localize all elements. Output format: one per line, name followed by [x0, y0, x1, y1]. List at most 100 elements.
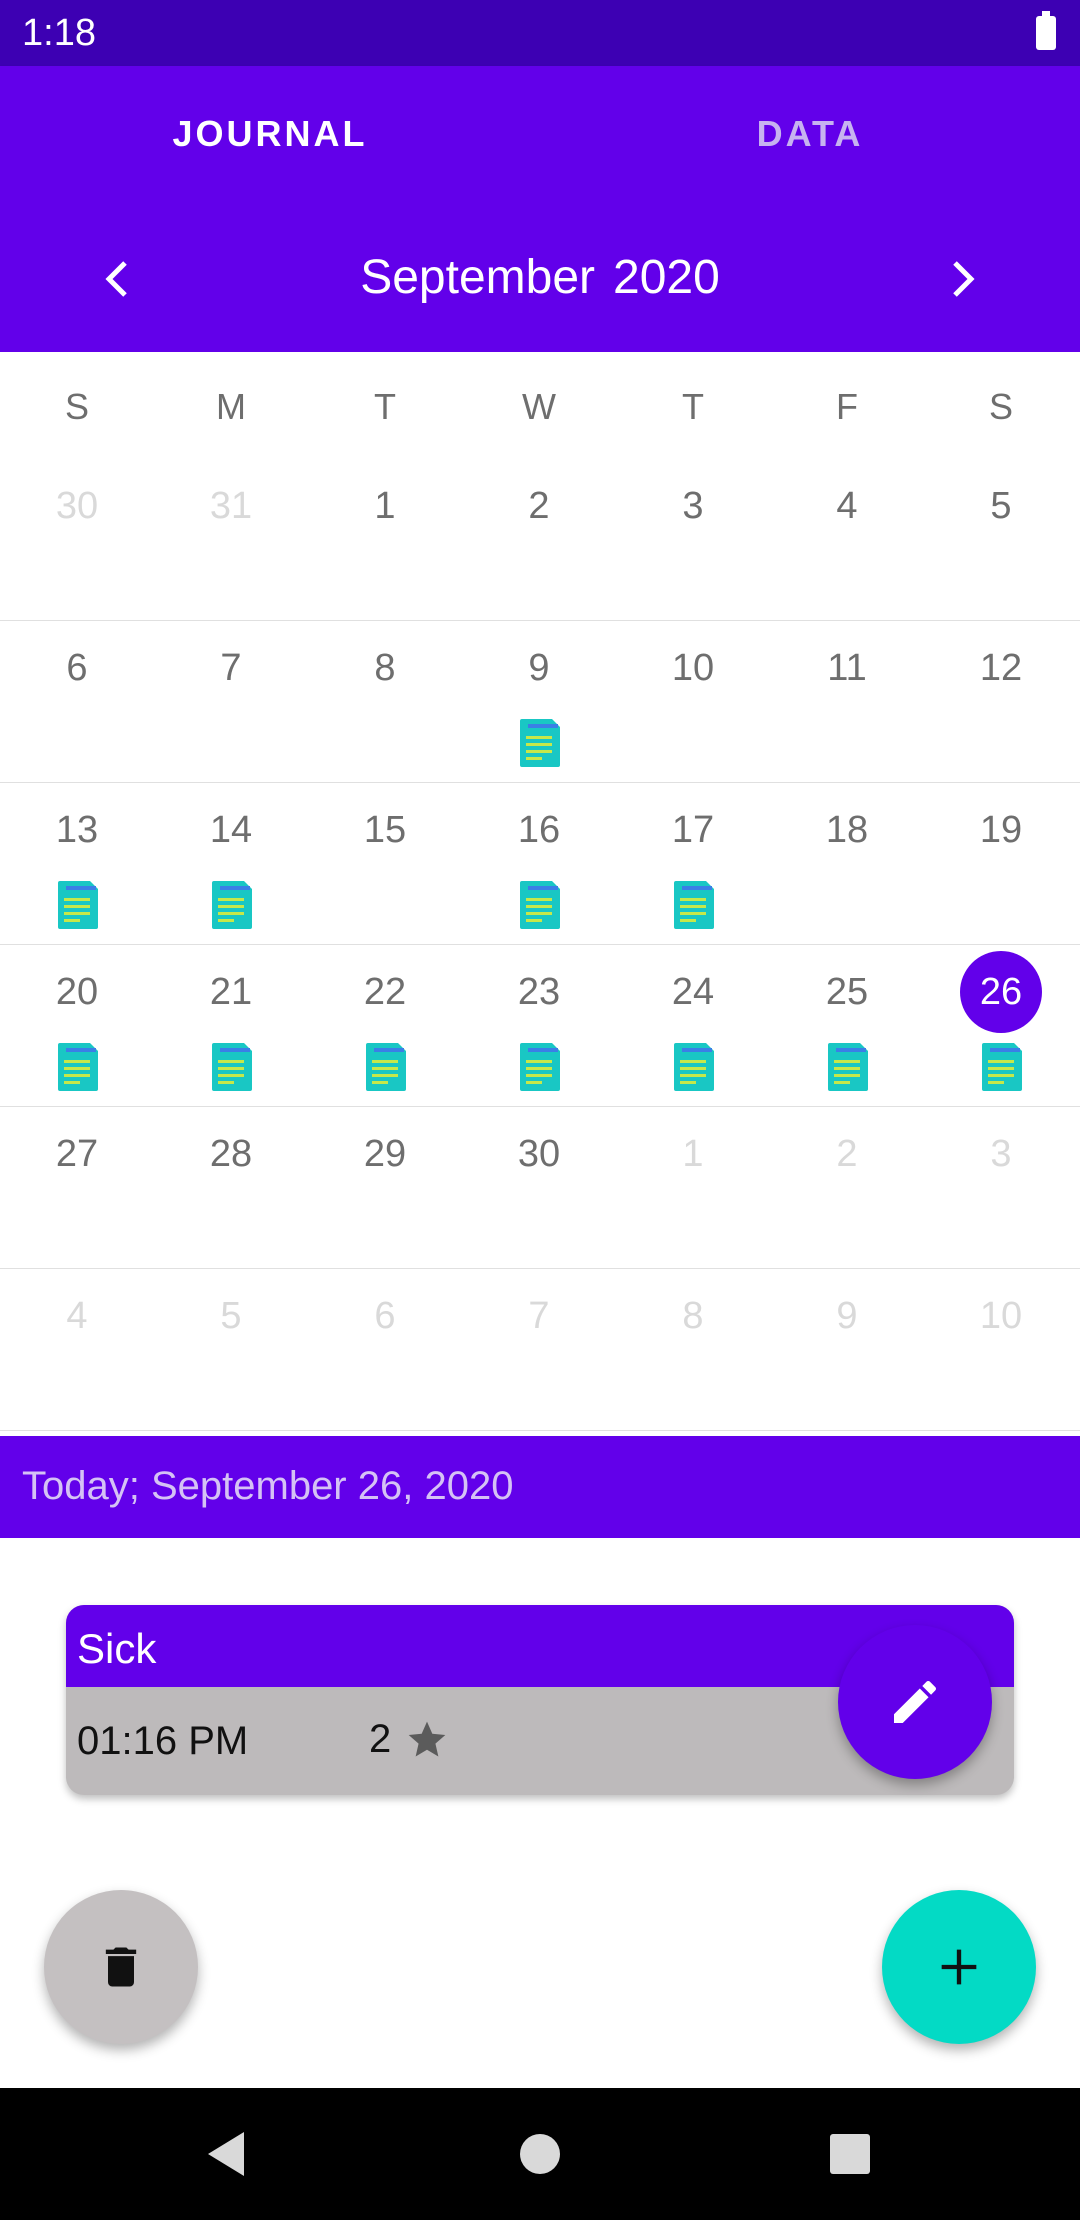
back-icon[interactable]	[194, 2122, 258, 2186]
chevron-right-icon[interactable]	[936, 252, 990, 306]
calendar-day[interactable]: 14	[154, 782, 308, 944]
year-label: 2020	[613, 251, 720, 304]
calendar-day[interactable]: 22	[308, 944, 462, 1106]
note-document-icon	[518, 879, 562, 931]
day-number: 4	[66, 1295, 88, 1337]
calendar-day[interactable]: 2	[770, 1106, 924, 1268]
day-number: 30	[517, 1133, 561, 1175]
calendar-grid: SMTWTFS 30 31 1 2 3 4 5 6 7 8 9 10 11 12 13 14 15 16 17 18 1…	[0, 352, 1080, 1436]
day-number: 14	[209, 809, 253, 851]
day-number: 15	[363, 809, 407, 851]
note-document-icon	[518, 717, 562, 769]
day-number: 22	[363, 971, 407, 1013]
calendar-day[interactable]: 5	[924, 458, 1078, 620]
calendar-day[interactable]: 2	[462, 458, 616, 620]
recents-icon[interactable]	[818, 2122, 882, 2186]
day-number: 3	[990, 1133, 1012, 1175]
calendar-week-row: 30 31 1 2 3 4 5	[0, 458, 1080, 621]
day-number: 12	[979, 647, 1023, 689]
add-entry-button[interactable]	[882, 1890, 1036, 2044]
calendar-day[interactable]: 15	[308, 782, 462, 944]
weekday-label: F	[836, 386, 858, 427]
day-number: 4	[836, 485, 858, 527]
calendar-day[interactable]: 9	[770, 1268, 924, 1430]
day-number: 8	[374, 647, 396, 689]
calendar-day[interactable]: 19	[924, 782, 1078, 944]
entry-time: 01:16 PM	[77, 1719, 249, 1763]
day-number: 7	[528, 1295, 550, 1337]
calendar-day[interactable]: 31	[154, 458, 308, 620]
home-icon[interactable]	[508, 2122, 572, 2186]
note-document-icon	[56, 879, 100, 931]
day-number: 25	[825, 971, 869, 1013]
calendar-week-row: 20 21 22 23 24 25 26	[0, 944, 1080, 1107]
calendar-day[interactable]: 28	[154, 1106, 308, 1268]
day-number: 9	[528, 647, 550, 689]
day-number: 5	[220, 1295, 242, 1337]
calendar-week-row: 27 28 29 30 1 2 3	[0, 1106, 1080, 1269]
tab-journal[interactable]: JOURNAL	[0, 66, 540, 202]
note-document-icon	[364, 1041, 408, 1093]
calendar-day[interactable]: 3	[616, 458, 770, 620]
calendar-day[interactable]: 23	[462, 944, 616, 1106]
calendar-day[interactable]: 10	[616, 620, 770, 782]
entry-rating: 2	[369, 1717, 449, 1762]
tab-data[interactable]: DATA	[540, 66, 1080, 202]
day-number: 18	[825, 809, 869, 851]
calendar-day[interactable]: 4	[770, 458, 924, 620]
day-number: 10	[979, 1295, 1023, 1337]
note-document-icon	[518, 1041, 562, 1093]
calendar-day[interactable]: 7	[154, 620, 308, 782]
calendar-day[interactable]: 8	[616, 1268, 770, 1430]
weekday-label: W	[522, 386, 556, 427]
calendar-day[interactable]: 30	[462, 1106, 616, 1268]
calendar-day[interactable]: 10	[924, 1268, 1078, 1430]
calendar-day[interactable]: 25	[770, 944, 924, 1106]
month-label: September	[360, 251, 595, 304]
day-number: 26	[960, 951, 1042, 1033]
calendar-day[interactable]: 5	[154, 1268, 308, 1430]
day-number: 8	[682, 1295, 704, 1337]
day-number: 11	[827, 647, 867, 689]
calendar-day[interactable]: 4	[0, 1268, 154, 1430]
day-number: 6	[66, 647, 88, 689]
calendar-day[interactable]: 3	[924, 1106, 1078, 1268]
calendar-day[interactable]: 6	[308, 1268, 462, 1430]
edit-button[interactable]	[838, 1625, 992, 1779]
weekday-label: M	[216, 386, 246, 427]
day-number: 2	[836, 1133, 858, 1175]
month-title: September 2020	[0, 250, 1080, 305]
calendar-day[interactable]: 11	[770, 620, 924, 782]
calendar-day[interactable]: 8	[308, 620, 462, 782]
calendar-day[interactable]: 24	[616, 944, 770, 1106]
month-header: September 2020	[0, 202, 1080, 352]
calendar-day[interactable]: 18	[770, 782, 924, 944]
status-bar: 1:18	[0, 0, 1080, 66]
day-number: 23	[517, 971, 561, 1013]
calendar-day[interactable]: 29	[308, 1106, 462, 1268]
delete-button[interactable]	[44, 1890, 198, 2044]
note-document-icon	[826, 1041, 870, 1093]
note-document-icon	[672, 879, 716, 931]
calendar-day[interactable]: 27	[0, 1106, 154, 1268]
calendar-day[interactable]: 7	[462, 1268, 616, 1430]
calendar-week-row: 13 14 15 16 17 18 19	[0, 782, 1080, 945]
calendar-day[interactable]: 1	[308, 458, 462, 620]
calendar-day[interactable]: 6	[0, 620, 154, 782]
calendar-day-selected[interactable]: 26	[924, 944, 1078, 1106]
day-number: 3	[682, 485, 704, 527]
day-number: 1	[374, 485, 396, 527]
calendar-day[interactable]: 16	[462, 782, 616, 944]
calendar-day[interactable]: 12	[924, 620, 1078, 782]
calendar-day[interactable]: 1	[616, 1106, 770, 1268]
calendar-day[interactable]: 13	[0, 782, 154, 944]
calendar-day[interactable]: 21	[154, 944, 308, 1106]
calendar-day[interactable]: 17	[616, 782, 770, 944]
day-number: 30	[55, 485, 99, 527]
entry-title: Sick	[77, 1625, 157, 1672]
day-number: 29	[363, 1133, 407, 1175]
calendar-day[interactable]: 20	[0, 944, 154, 1106]
calendar-day[interactable]: 30	[0, 458, 154, 620]
calendar-day[interactable]: 9	[462, 620, 616, 782]
day-number: 6	[374, 1295, 396, 1337]
